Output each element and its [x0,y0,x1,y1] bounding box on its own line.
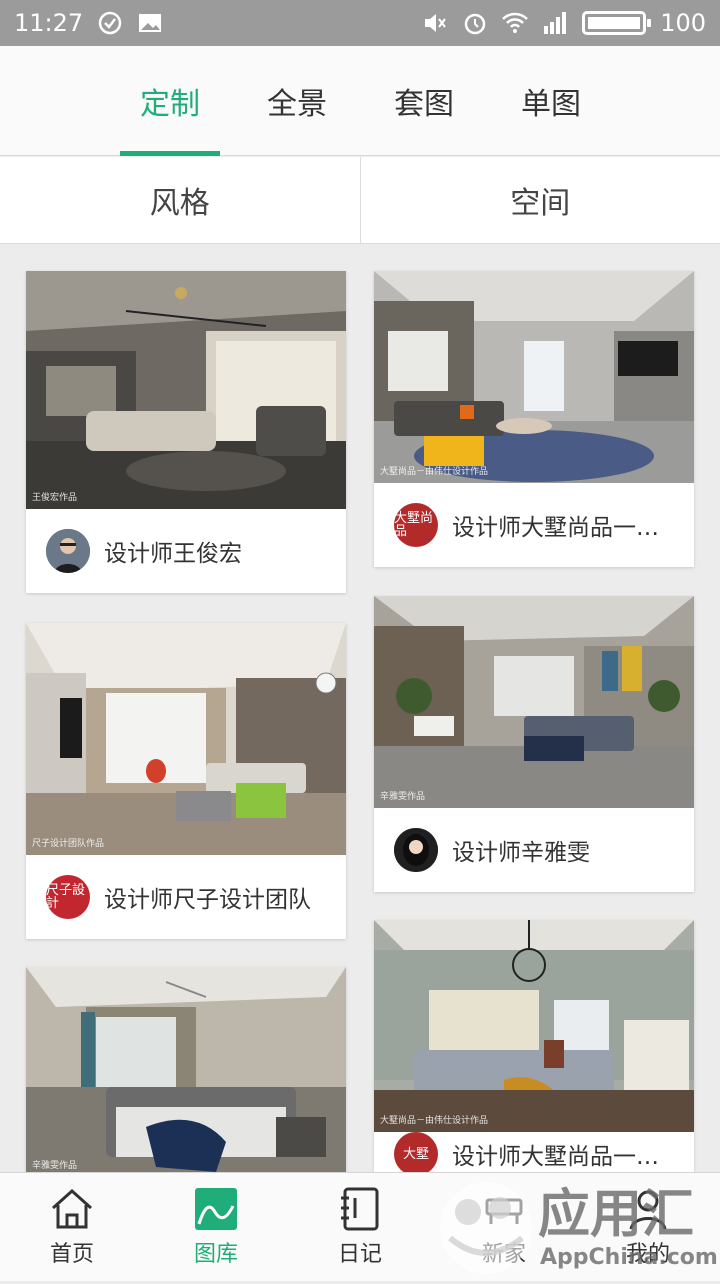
nav-home[interactable]: 首页 [0,1173,144,1281]
design-photo[interactable]: 辛雅雯作品 [26,967,346,1177]
nav-label: 图库 [194,1236,238,1268]
designer-name: 设计师大墅尚品一由... [452,1137,674,1171]
designer-name: 设计师尺子设计团队 [104,880,311,914]
nav-new-home[interactable]: 新家 [432,1173,576,1281]
style-filter[interactable]: 风格 [0,157,360,243]
design-card[interactable]: 辛雅雯作品 [26,967,346,1177]
new-home-icon [481,1186,527,1232]
battery-level: 100 [660,9,706,37]
wifi-icon [502,10,528,36]
nav-label: 新家 [482,1236,526,1268]
designer-avatar [394,828,438,872]
designer-name: 设计师王俊宏 [104,534,242,568]
photo-caption: 大墅尚品－由伟仕设计作品 [380,464,488,477]
nav-label: 首页 [50,1236,94,1268]
photo-caption: 大墅尚品－由伟仕设计作品 [380,1113,488,1126]
top-tab-bar: 定制 全景 套图 单图 [0,46,720,156]
battery-icon [582,11,646,35]
home-icon [49,1186,95,1232]
designer-row[interactable]: 尺子設計 设计师尺子设计团队 [26,855,346,939]
designer-row[interactable]: 设计师辛雅雯 [374,808,694,892]
bottom-nav: 首页 图库 日记 新家 我的 [0,1172,720,1281]
nav-profile[interactable]: 我的 [576,1173,720,1281]
designer-avatar: 大墅 [394,1132,438,1176]
photo-caption: 尺子设计团队作品 [32,836,104,849]
status-bar: 11:27 100 [0,0,720,46]
signal-icon [542,10,568,36]
design-card[interactable]: 王俊宏作品 设计师王俊宏 [26,271,346,593]
mute-icon [422,10,448,36]
nav-diary[interactable]: 日记 [288,1173,432,1281]
designer-avatar: 尺子設計 [46,875,90,919]
design-card[interactable]: 尺子设计团队作品 尺子設計 设计师尺子设计团队 [26,623,346,939]
design-photo[interactable]: 大墅尚品－由伟仕设计作品 [374,271,694,483]
designer-row[interactable]: 大墅尚品 设计师大墅尚品一由... [374,483,694,567]
tab-panorama[interactable]: 全景 [247,46,347,156]
diary-icon [337,1186,383,1232]
alarm-icon [462,10,488,36]
photo-caption: 辛雅雯作品 [380,789,425,802]
tab-single-photo[interactable]: 单图 [501,46,601,156]
tab-custom[interactable]: 定制 [120,46,220,156]
designer-row[interactable]: 大墅 设计师大墅尚品一由... [374,1132,694,1176]
check-circle-icon [97,10,123,36]
design-photo[interactable]: 王俊宏作品 [26,271,346,509]
photo-caption: 王俊宏作品 [32,490,77,503]
designer-row[interactable]: 设计师王俊宏 [26,509,346,593]
tab-photo-set[interactable]: 套图 [374,46,474,156]
designer-name: 设计师大墅尚品一由... [452,508,674,542]
profile-icon [625,1186,671,1232]
designer-name: 设计师辛雅雯 [452,833,590,867]
designer-avatar [46,529,90,573]
space-filter[interactable]: 空间 [360,157,720,243]
design-photo[interactable]: 辛雅雯作品 [374,596,694,808]
design-photo[interactable]: 尺子设计团队作品 [26,623,346,855]
photo-caption: 辛雅雯作品 [32,1158,77,1171]
gallery-icon [193,1186,239,1232]
nav-label: 我的 [626,1236,670,1268]
filter-bar: 风格 空间 [0,157,720,244]
design-card[interactable]: 辛雅雯作品 设计师辛雅雯 [374,596,694,892]
design-card[interactable]: 大墅尚品－由伟仕设计作品 大墅 设计师大墅尚品一由... [374,920,694,1176]
design-photo[interactable]: 大墅尚品－由伟仕设计作品 [374,920,694,1132]
nav-label: 日记 [338,1236,382,1268]
status-time: 11:27 [14,9,83,37]
designer-avatar: 大墅尚品 [394,503,438,547]
nav-gallery[interactable]: 图库 [144,1173,288,1281]
image-notification-icon [137,10,163,36]
design-card[interactable]: 大墅尚品－由伟仕设计作品 大墅尚品 设计师大墅尚品一由... [374,271,694,567]
